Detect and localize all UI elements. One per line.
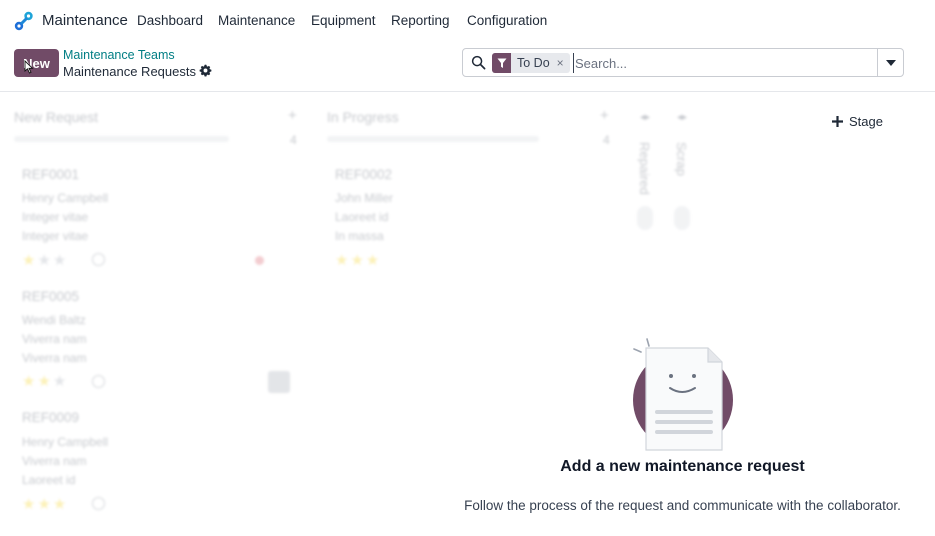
search-bar: To Do × [462,48,904,77]
add-stage-label: Stage [849,114,883,129]
caret-down-icon [885,59,896,66]
document-illustration-icon [633,338,733,451]
card-user: Henry Campbell [22,435,109,449]
avatar [268,371,290,393]
top-navbar: Maintenance Dashboard Maintenance Equipm… [0,0,935,40]
breadcrumb-current: Maintenance Requests [63,64,196,79]
card-equipment: Laoreet id [335,210,389,224]
folded-column-scrap[interactable]: ◂▸ Scrap [671,112,693,230]
column-add-icon[interactable]: + [600,107,609,124]
card-reference: REF0009 [22,410,80,425]
clock-icon[interactable] [92,375,105,388]
card-category: Viverra nam [22,351,87,365]
search-options-toggle[interactable] [877,49,903,76]
maintenance-logo-icon[interactable] [14,11,34,31]
search-icon[interactable] [471,55,486,70]
breadcrumb-parent-link[interactable]: Maintenance Teams [63,48,175,62]
card-category: In massa [335,229,384,243]
folded-column-label: Scrap [674,142,689,176]
app-name[interactable]: Maintenance [42,12,128,29]
nav-maintenance[interactable]: Maintenance [218,13,295,28]
column-title[interactable]: In Progress [327,109,399,125]
card-user: Wendi Baltz [22,313,86,327]
card-equipment: Viverra nam [22,332,87,346]
nav-equipment[interactable]: Equipment [311,13,376,28]
search-input[interactable] [573,53,873,73]
column-count: 4 [603,133,610,147]
folded-column-count [674,206,690,230]
kanban-view: New Request + 4 REF0001 Henry Campbell I… [0,92,935,536]
column-progress-bar [14,136,229,142]
card-user: John Miller [335,191,394,205]
nav-configuration[interactable]: Configuration [467,13,547,28]
folded-column-repaired[interactable]: ◂▸ Repaired [634,112,656,230]
clock-icon[interactable] [92,253,105,266]
gear-icon[interactable] [199,64,212,77]
add-stage-button[interactable]: Stage [832,114,883,129]
plus-icon [832,116,843,127]
card-equipment: Integer vitae [22,210,89,224]
nav-reporting[interactable]: Reporting [391,13,450,28]
card-reference: REF0005 [22,289,80,304]
priority-stars[interactable]: ★★★ [22,372,68,390]
expand-arrows-icon[interactable]: ◂▸ [671,112,693,123]
filter-icon [492,53,511,73]
folded-column-label: Repaired [637,142,652,195]
expand-arrows-icon[interactable]: ◂▸ [634,112,656,123]
empty-state-text: Follow the process of the request and co… [464,498,901,513]
clock-icon[interactable] [92,497,105,510]
filter-facet-label: To Do [517,56,550,70]
card-equipment: Viverra nam [22,454,87,468]
column-title[interactable]: New Request [14,109,98,125]
priority-stars[interactable]: ★★★ [22,251,68,269]
card-category: Laoreet id [22,473,76,487]
status-dot[interactable] [255,256,264,265]
mouse-cursor-icon [24,60,34,74]
folded-column-count [637,206,653,230]
priority-stars[interactable]: ★★★ [335,251,381,269]
priority-stars[interactable]: ★★★ [22,495,68,513]
card-user: Henry Campbell [22,191,109,205]
card-reference: REF0002 [335,167,393,182]
card-reference: REF0001 [22,167,80,182]
nav-dashboard[interactable]: Dashboard [137,13,203,28]
column-add-icon[interactable]: + [288,107,297,124]
facet-remove-icon[interactable]: × [557,56,570,70]
column-count: 4 [290,133,297,147]
column-progress-bar [327,136,539,142]
empty-state-title: Add a new maintenance request [560,458,805,475]
new-button[interactable]: New [14,49,59,77]
filter-facet: To Do × [492,53,570,73]
card-category: Integer vitae [22,229,89,243]
